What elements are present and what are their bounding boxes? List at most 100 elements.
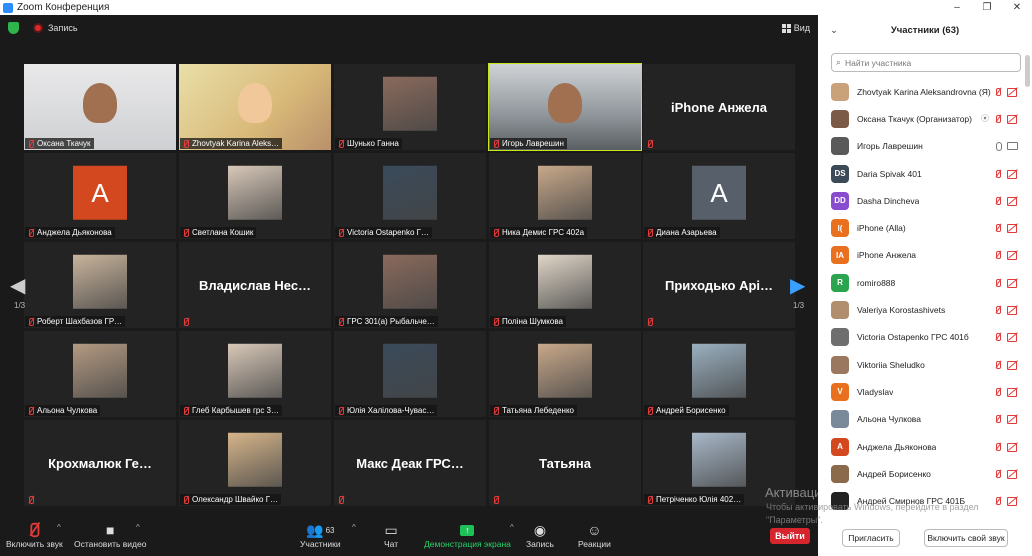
participant-nameplate: Zhovtyak Karina Aleks… [180,138,283,149]
chat-bubble-icon: ▭ [384,521,398,538]
collapse-chevron-icon[interactable]: ⌄ [830,15,838,47]
participant-big-name: Приходько Арі… [664,278,774,293]
video-camera-off-icon [1007,333,1018,343]
video-camera-off-icon [1007,387,1018,397]
participants-icon: 👥 63 [306,521,335,538]
video-tile[interactable]: Zhovtyak Karina Aleks… [179,64,331,150]
video-tile[interactable]: Шунько Ганна [334,64,486,150]
participant-avatar: IA [831,246,849,265]
participant-list-item[interactable]: Victoria Ostapenko ГРС 401б [818,324,1032,351]
participants-button[interactable]: 👥 63 Участники [300,521,341,550]
participant-list-item[interactable]: Rromiro888 [818,269,1032,296]
microphone-muted-icon [492,496,500,504]
participant-list-item[interactable]: DS Daria Spivak 401 [818,160,1032,187]
participant-avatar: DD [831,191,849,210]
participant-profile-photo [538,343,592,398]
video-tile[interactable]: A Диана Азарьева [643,153,795,239]
participant-profile-photo [538,165,592,220]
video-tile[interactable]: A Анджела Дьяконова [24,153,176,239]
participant-list-item[interactable]: Альона Чулкова [818,406,1032,433]
unmute-self-button[interactable]: Включить свой звук [924,529,1008,547]
participants-options-chevron-icon[interactable]: ^ [352,523,356,532]
participant-list-item[interactable]: IA iPhone Анжела [818,242,1032,269]
participant-profile-photo [383,76,437,131]
video-tile[interactable]: Татьяна [489,420,641,506]
participant-list-item[interactable]: Игорь Лаврешин [818,133,1032,160]
video-tile[interactable]: Макс Деак ГРС… [334,420,486,506]
participant-profile-photo [538,254,592,309]
minimize-button[interactable]: – [942,2,972,13]
video-tile[interactable]: Олександр Швайко Г… [179,420,331,506]
microphone-muted-icon [27,496,35,504]
share-screen-button[interactable]: ↑ Демонстрация экрана [424,521,511,549]
participant-list-item[interactable]: A Анджела Дьяконова [818,433,1032,460]
video-camera-off-icon [1007,306,1018,316]
maximize-button[interactable]: ❐ [972,2,1002,13]
video-tile[interactable]: ГРС 301(а) Рыбальче… [334,242,486,328]
microphone-muted-icon [994,114,1002,123]
video-tile[interactable]: Оксана Ткачук [24,64,176,150]
participant-nameplate: Олександр Швайко Г… [180,494,282,505]
participant-list-name: Игорь Лаврешин [857,141,923,152]
video-tile[interactable]: Альона Чулкова [24,331,176,417]
close-button[interactable]: ✕ [1002,2,1032,13]
video-tile[interactable]: Игорь Лаврешин [488,63,642,151]
participant-big-name: Крохмалюк Ге… [48,456,152,471]
security-shield-icon[interactable] [8,22,19,34]
participant-avatar: A [73,165,127,220]
participant-list-item[interactable]: Valeriya Korostashivets [818,296,1032,323]
previous-page-arrow-icon[interactable]: ◀ [10,273,25,298]
leave-button[interactable]: Выйти [770,528,810,544]
microphone-muted-icon [646,228,654,237]
video-tile[interactable]: Поліна Шумкова [489,242,641,328]
video-tile[interactable]: Татьяна Лебеденко [489,331,641,417]
participant-nameplate: Светлана Кошик [180,227,257,238]
chat-button[interactable]: ▭ Чат [384,521,398,550]
microphone-muted-icon [994,442,1002,451]
video-tile[interactable]: Приходько Арі… [643,242,795,328]
participant-list-item[interactable]: Zhovtyak Karina Aleksandrovna (Я) [818,78,1032,105]
participant-avatar [831,82,849,101]
audio-options-chevron-icon[interactable]: ^ [57,523,61,532]
participant-avatar [831,109,849,128]
participant-nameplate [644,139,657,149]
reactions-button[interactable]: ☺ Реакции [578,521,611,549]
video-tile[interactable]: iPhone Анжела [643,64,795,150]
microphone-muted-icon [646,318,654,326]
video-tile[interactable]: Роберт Шахбазов ГР… [24,242,176,328]
view-button[interactable]: Вид [781,23,810,33]
participant-search-input[interactable]: ⌕ Найти участника [831,53,1021,72]
search-icon: ⌕ [836,57,842,67]
video-tile[interactable]: Светлана Кошик [179,153,331,239]
participant-list-name: Valeriya Korostashivets [857,305,946,316]
participant-list-item[interactable]: Андрей Борисенко [818,460,1032,487]
participant-list-item[interactable]: V Vladyslav [818,378,1032,405]
participant-name: Анджела Дьяконова [37,228,112,237]
video-camera-off-icon [1007,415,1018,425]
video-tile[interactable]: Андрей Борисенко [643,331,795,417]
video-camera-off-icon [1007,224,1018,234]
next-page-arrow-icon[interactable]: ▶ [790,273,805,298]
microphone-muted-icon [27,139,35,148]
participant-nameplate: Альона Чулкова [25,405,101,416]
record-button[interactable]: ◉ Запись [526,521,554,550]
video-tile[interactable]: Victoria Ostapenko Г… [334,153,486,239]
participant-name: Петріченко Юлія 402… [656,495,742,504]
video-tile[interactable]: Ника Демис ГРС 402а [489,153,641,239]
participant-list-item[interactable]: DD Dasha Dincheva [818,187,1032,214]
participant-list-item[interactable]: I(iPhone (Alla) [818,214,1032,241]
share-options-chevron-icon[interactable]: ^ [510,523,514,532]
participant-list-item[interactable]: Оксана Ткачук (Организатор) ⦿ [818,105,1032,132]
video-tile[interactable]: Крохмалюк Ге… [24,420,176,506]
participant-status-icons [994,497,1018,507]
participant-avatar [831,137,849,156]
video-options-chevron-icon[interactable]: ^ [136,523,140,532]
participant-list-item[interactable]: Viktoriia Sheludko [818,351,1032,378]
video-tile[interactable]: Юлія Халілова-Чувас… [334,331,486,417]
microphone-muted-icon [994,87,1002,96]
video-tile[interactable]: Глеб Карбышев грс 3… [179,331,331,417]
participant-list-name: Viktoriia Sheludko [857,359,925,370]
video-tile[interactable]: Владислав Нес… [179,242,331,328]
invite-button[interactable]: Пригласить [842,529,900,547]
unmute-button[interactable]: Включить звук [6,521,63,549]
